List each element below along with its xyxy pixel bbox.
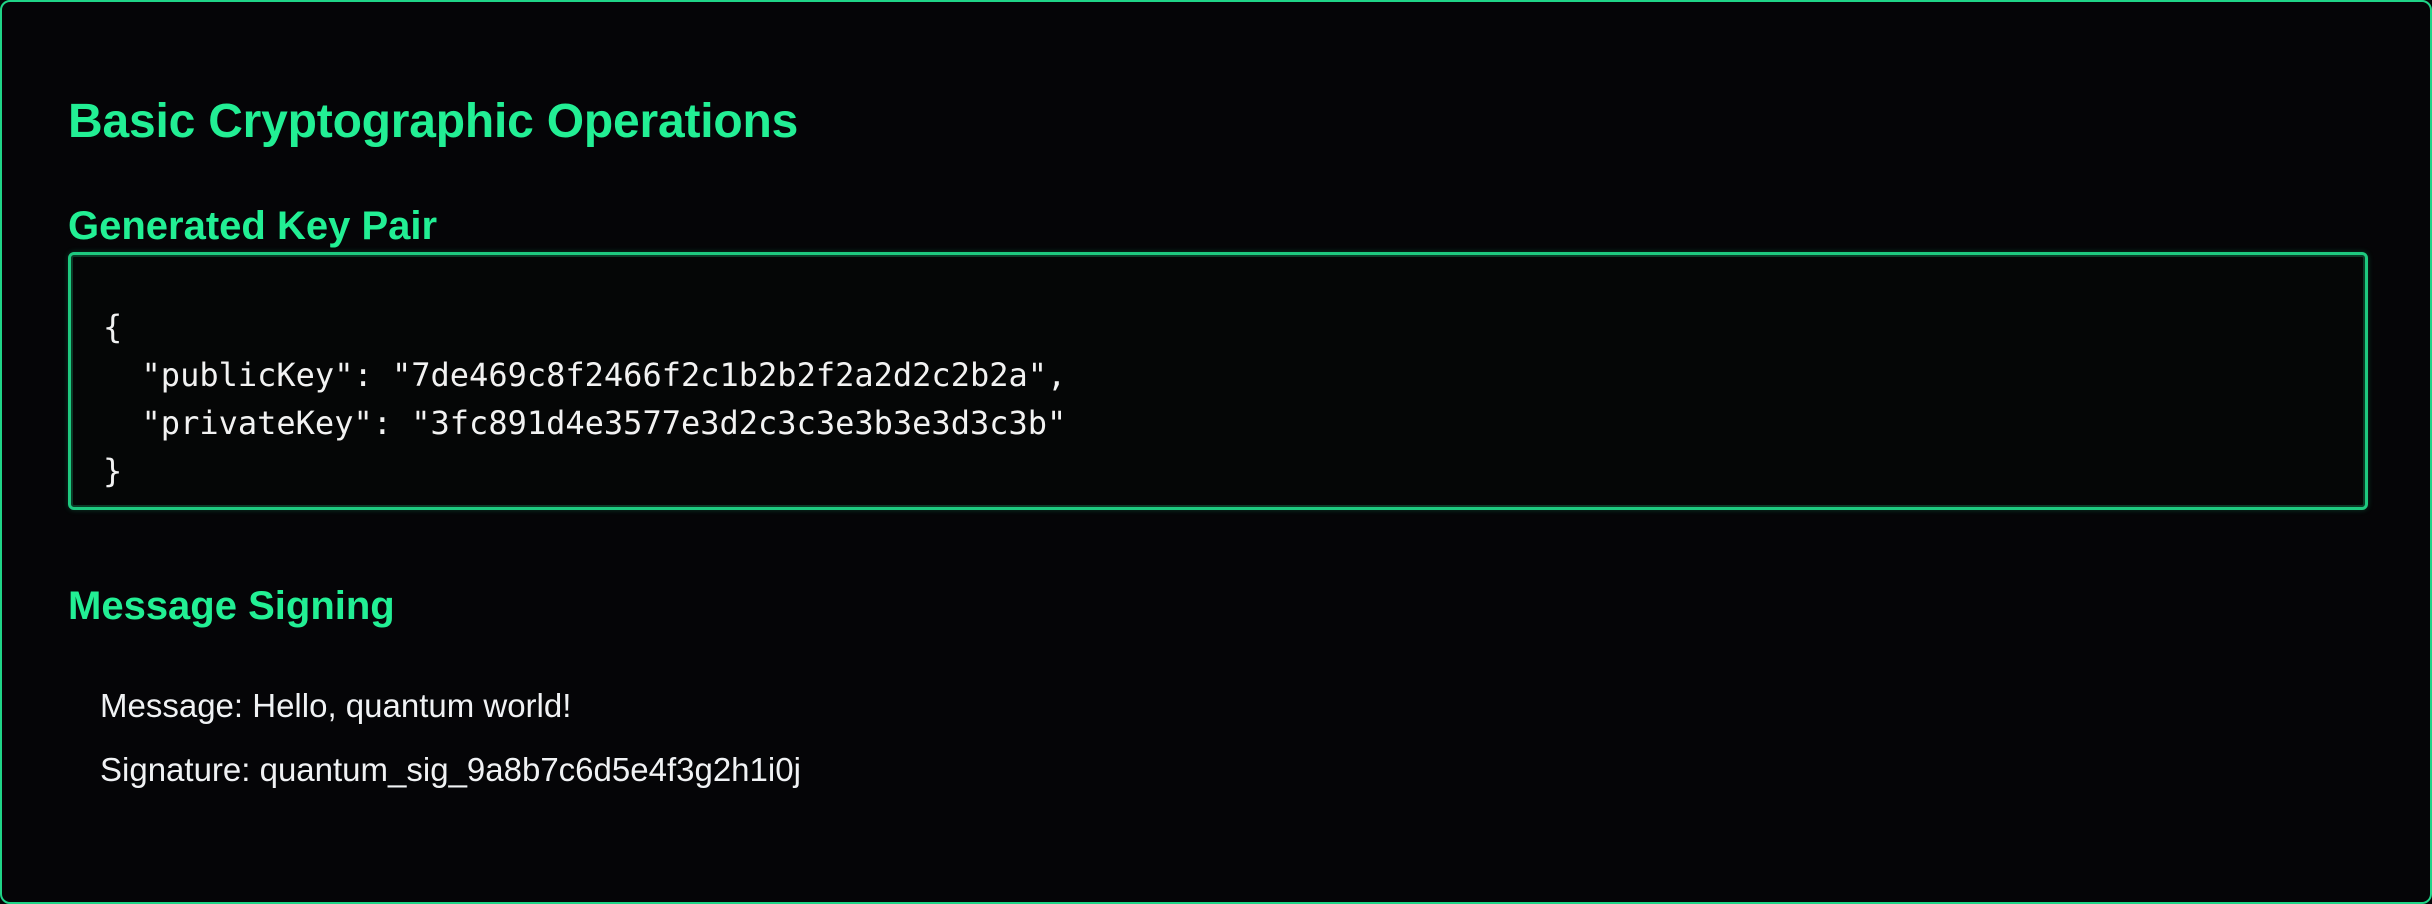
key-pair-json: { "publicKey": "7de469c8f2466f2c1b2b2f2a… bbox=[103, 308, 1067, 490]
message-signing-heading: Message Signing bbox=[68, 584, 395, 628]
signature-text: Signature: quantum_sig_9a8b7c6d5e4f3g2h1… bbox=[100, 751, 801, 788]
crypto-panel: Basic Cryptographic Operations Generated… bbox=[0, 0, 2432, 904]
key-pair-heading: Generated Key Pair bbox=[68, 204, 438, 248]
page-title: Basic Cryptographic Operations bbox=[68, 95, 799, 148]
message-text: Message: Hello, quantum world! bbox=[100, 687, 572, 724]
key-pair-code-block: { "publicKey": "7de469c8f2466f2c1b2b2f2a… bbox=[68, 252, 2368, 510]
